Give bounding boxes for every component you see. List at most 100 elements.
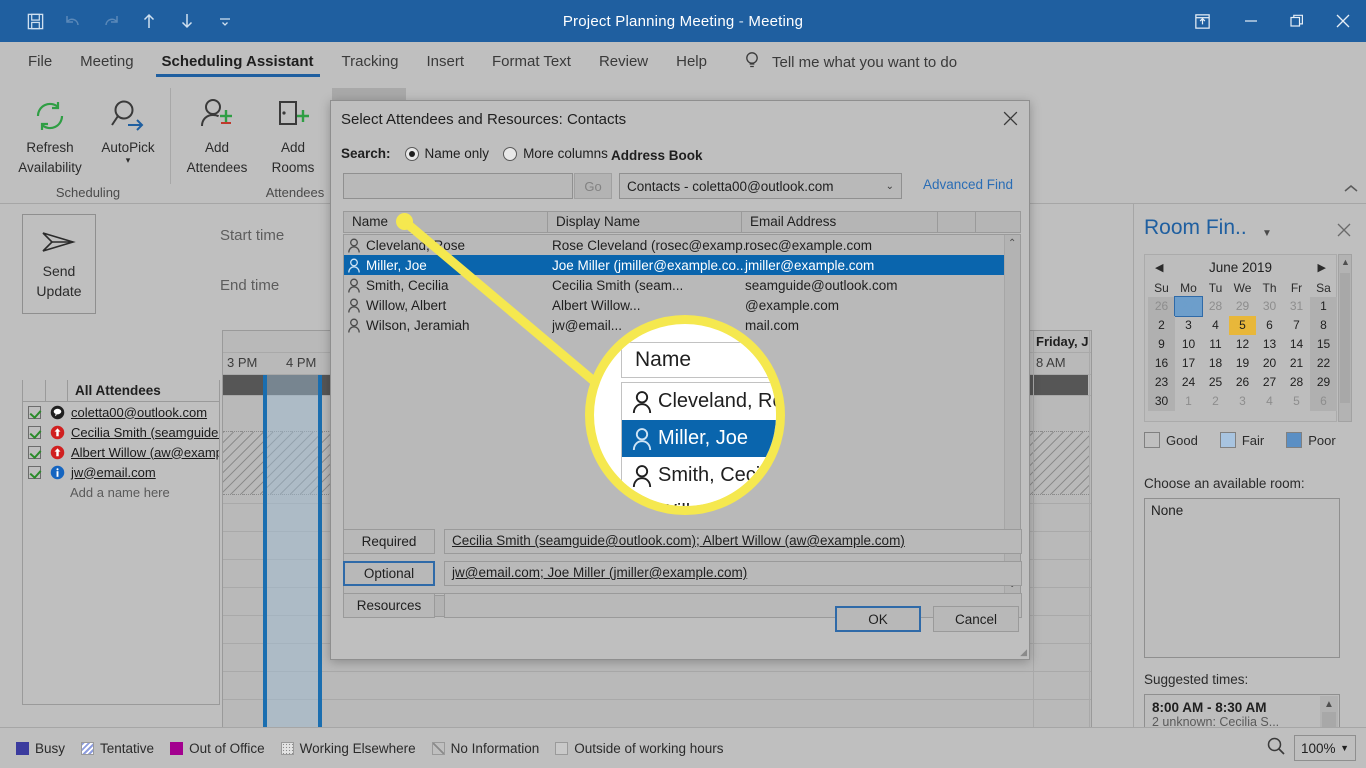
tab-meeting[interactable]: Meeting [66,42,147,82]
tab-tracking[interactable]: Tracking [328,42,413,82]
contact-row[interactable]: Smith, Cecilia Cecilia Smith (seam... se… [344,275,1020,295]
next-item-icon[interactable] [168,4,206,38]
tab-file[interactable]: File [14,42,66,82]
chevron-down-icon[interactable]: ▾ [126,156,131,165]
attendees-grid[interactable]: All Attendees coletta00@outlook.com Ceci… [22,379,220,705]
attendee-checkbox[interactable] [23,405,46,419]
close-icon[interactable] [1002,110,1019,132]
calendar-day[interactable]: 15 [1310,335,1337,354]
calendar-prev-icon[interactable]: ◀ [1155,261,1163,274]
calendar-day[interactable]: 2 [1202,392,1229,411]
attendee-row[interactable]: coletta00@outlook.com [23,402,219,422]
tab-format-text[interactable]: Format Text [478,42,585,82]
chevron-down-icon[interactable]: ▼ [1262,228,1272,239]
calendar-day[interactable]: 11 [1202,335,1229,354]
contacts-list-header[interactable]: Name Display Name Email Address [343,211,1021,233]
calendar-day[interactable]: 12 [1229,335,1256,354]
calendar-day[interactable]: 1 [1310,297,1337,316]
scroll-up-icon[interactable]: ▲ [1341,257,1350,267]
attendee-name[interactable]: Cecilia Smith (seamguide@ [68,425,219,440]
contact-row-selected[interactable]: Miller, Joe Joe Miller (jmiller@example.… [344,255,1020,275]
restore-icon[interactable] [1274,0,1320,42]
room-finder-calendar[interactable]: ◀ June 2019 ▶ Su Mo Tu We Th Fr Sa 26 27… [1144,254,1337,422]
magnifier-icon[interactable] [1266,736,1286,761]
send-update-button[interactable]: Send Update [22,214,96,314]
calendar-scrollbar[interactable]: ▲ [1338,254,1352,422]
calendar-day[interactable]: 4 [1256,392,1283,411]
attendee-row[interactable]: jw@email.com [23,462,219,482]
calendar-day[interactable]: 21 [1283,354,1310,373]
ribbon-display-options-icon[interactable] [1176,0,1228,42]
calendar-day[interactable]: 24 [1175,373,1202,392]
attendee-name[interactable]: coletta00@outlook.com [68,405,219,420]
attendee-checkbox[interactable] [23,465,46,479]
calendar-day[interactable]: 28 [1202,297,1229,316]
calendar-day[interactable]: 29 [1229,297,1256,316]
calendar-day-today[interactable]: 5 [1229,316,1256,335]
zoom-control[interactable]: 100% ▼ [1266,735,1356,761]
scroll-up-icon[interactable]: ▲ [1324,699,1334,710]
go-button[interactable]: Go [574,173,612,199]
refresh-availability-button[interactable]: Refresh Availability [12,88,88,180]
add-attendees-button[interactable]: Add Attendees [180,88,254,180]
previous-item-icon[interactable] [130,4,168,38]
resize-grip-icon[interactable]: ◢ [1020,647,1027,658]
calendar-day[interactable]: 16 [1148,354,1175,373]
column-header-extra[interactable] [938,212,976,232]
tell-me-box[interactable]: Tell me what you want to do [743,50,957,75]
attendee-checkbox[interactable] [23,425,46,439]
tab-review[interactable]: Review [585,42,662,82]
calendar-day[interactable]: 5 [1283,392,1310,411]
calendar-day[interactable]: 28 [1283,373,1310,392]
calendar-day[interactable]: 14 [1283,335,1310,354]
calendar-day[interactable]: 26 [1229,373,1256,392]
calendar-day[interactable]: 8 [1310,316,1337,335]
calendar-day[interactable]: 13 [1256,335,1283,354]
calendar-day[interactable]: 3 [1229,392,1256,411]
calendar-day[interactable]: 1 [1175,392,1202,411]
attendee-add-row[interactable]: Add a name here [23,482,219,502]
calendar-day-selected[interactable]: 27 [1174,296,1203,317]
save-icon[interactable] [16,4,54,38]
add-rooms-button[interactable]: Add Rooms [256,88,330,180]
calendar-day[interactable]: 9 [1148,335,1175,354]
calendar-day[interactable]: 31 [1283,297,1310,316]
column-header-name[interactable]: Name [344,212,548,232]
calendar-next-icon[interactable]: ▶ [1318,261,1326,274]
schedule-selection-start-handle[interactable] [263,375,267,768]
optional-field[interactable]: jw@email.com; Joe Miller (jmiller@exampl… [444,561,1022,586]
calendar-day[interactable]: 6 [1256,316,1283,335]
available-rooms-list[interactable]: None [1144,498,1340,658]
calendar-day[interactable]: 23 [1148,373,1175,392]
calendar-day[interactable]: 30 [1256,297,1283,316]
optional-button[interactable]: Optional [343,561,435,586]
calendar-day[interactable]: 29 [1310,373,1337,392]
resources-button[interactable]: Resources [343,593,435,618]
calendar-day[interactable]: 4 [1202,316,1229,335]
required-button[interactable]: Required [343,529,435,554]
attendee-row[interactable]: Albert Willow (aw@examp [23,442,219,462]
undo-icon[interactable] [54,4,92,38]
redo-icon[interactable] [92,4,130,38]
calendar-day[interactable]: 10 [1175,335,1202,354]
calendar-day[interactable]: 25 [1202,373,1229,392]
scroll-up-icon[interactable]: ⌃ [1008,238,1016,249]
attendee-name[interactable]: Albert Willow (aw@examp [68,445,219,460]
minimize-icon[interactable] [1228,0,1274,42]
radio-more-columns[interactable]: More columns [503,146,608,161]
address-book-select[interactable]: Contacts - coletta00@outlook.com ⌄ [619,173,902,199]
attendee-name[interactable]: jw@email.com [68,465,219,480]
tab-scheduling-assistant[interactable]: Scheduling Assistant [148,42,328,82]
calendar-day[interactable]: 7 [1283,316,1310,335]
radio-name-only-input[interactable] [404,146,419,161]
calendar-day[interactable]: 26 [1148,297,1175,316]
attendee-row[interactable]: Cecilia Smith (seamguide@ [23,422,219,442]
calendar-day[interactable]: 19 [1229,354,1256,373]
advanced-find-link[interactable]: Advanced Find [923,177,1013,192]
calendar-day[interactable]: 27 [1256,373,1283,392]
search-input[interactable] [343,173,573,199]
zoom-select[interactable]: 100% ▼ [1294,735,1356,761]
column-header-display-name[interactable]: Display Name [548,212,742,232]
tab-insert[interactable]: Insert [413,42,479,82]
close-icon[interactable] [1336,222,1352,243]
